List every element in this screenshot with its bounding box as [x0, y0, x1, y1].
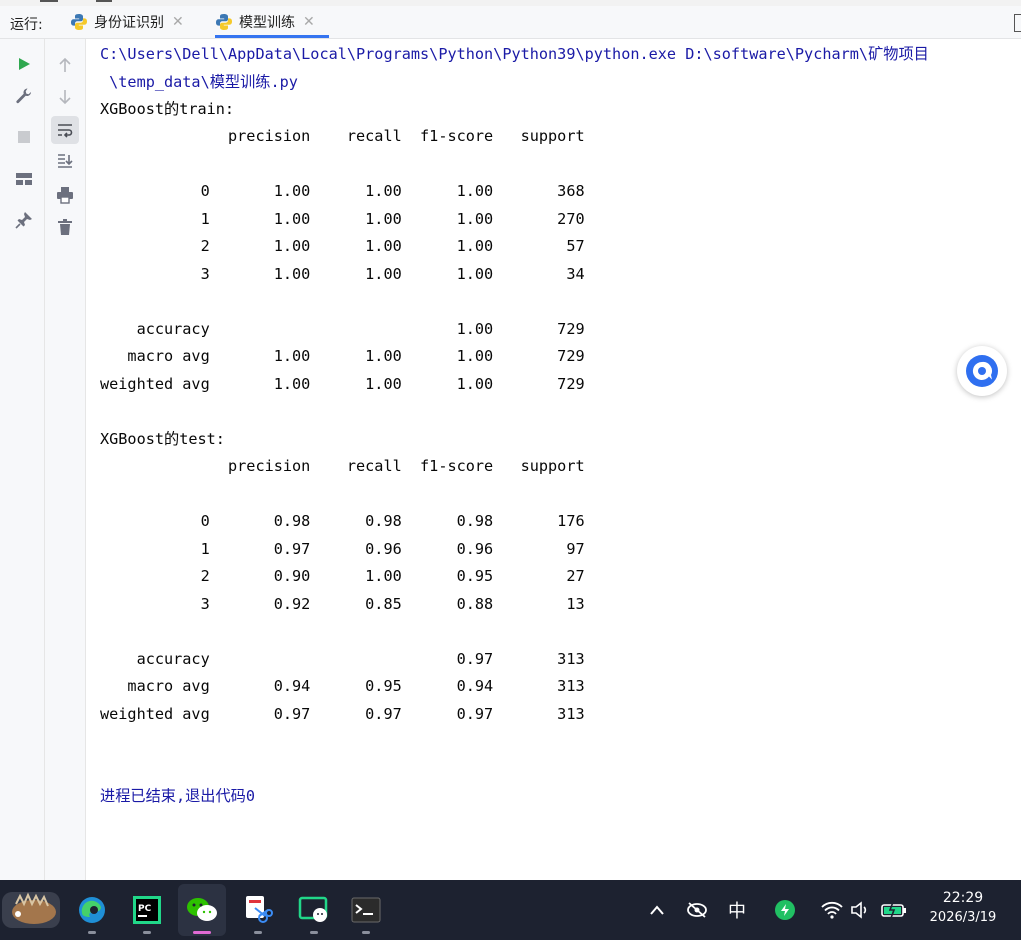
chat-app-icon[interactable]: [292, 880, 336, 940]
train-report-summary: weighted avg 1.00 1.00 1.00 729: [100, 375, 585, 393]
wifi-icon[interactable]: [818, 880, 846, 940]
battery-charging-icon[interactable]: [878, 880, 910, 940]
clock-time: 22:29: [942, 890, 984, 906]
train-report-row: 1 1.00 1.00 1.00 270: [100, 210, 585, 228]
panel-options-icon[interactable]: [1014, 14, 1021, 32]
arrow-up-icon[interactable]: [53, 53, 77, 77]
test-report-title: XGBoost的test:: [100, 430, 225, 448]
edge-browser-icon[interactable]: [70, 880, 114, 940]
print-icon[interactable]: [53, 183, 77, 207]
train-report-row: 2 1.00 1.00 1.00 57: [100, 237, 585, 255]
close-icon[interactable]: ✕: [303, 14, 315, 30]
stop-icon[interactable]: [12, 125, 36, 149]
assistant-float-button[interactable]: [957, 346, 1007, 396]
taskbar-clock[interactable]: 22:29 2026/3/19: [918, 888, 1008, 928]
layout-icon[interactable]: [12, 167, 36, 191]
wechat-icon[interactable]: [178, 884, 226, 936]
snipping-tool-icon[interactable]: [236, 880, 280, 940]
run-tab-bar: 运行: 身份证识别 ✕ 模型训练 ✕: [0, 6, 1021, 39]
weather-widget-icon: [2, 892, 60, 928]
volume-icon[interactable]: [848, 880, 872, 940]
tab-label: 模型训练: [239, 15, 295, 31]
tray-chevron-up-icon[interactable]: [644, 880, 670, 940]
test-report-summary: weighted avg 0.97 0.97 0.97 313: [100, 705, 585, 723]
hidden-eye-icon[interactable]: [682, 880, 712, 940]
soft-wrap-icon[interactable]: [51, 116, 79, 144]
tab-label: 身份证识别: [94, 15, 164, 31]
top-strip-mark: [96, 0, 112, 2]
test-report-row: 3 0.92 0.85 0.88 13: [100, 595, 585, 613]
command-line[interactable]: C:\Users\Dell\AppData\Local\Programs\Pyt…: [100, 44, 929, 64]
trash-icon[interactable]: [53, 215, 77, 239]
command-line-continued[interactable]: \temp_data\模型训练.py: [100, 72, 298, 92]
assistant-icon: [966, 355, 998, 387]
pycharm-icon[interactable]: PC: [125, 880, 169, 940]
terminal-icon[interactable]: [344, 880, 388, 940]
train-report-summary: accuracy 1.00 729: [100, 320, 585, 338]
train-report-header: precision recall f1-score support: [100, 127, 585, 145]
svg-text:PC: PC: [138, 904, 152, 914]
test-report-header: precision recall f1-score support: [100, 457, 585, 475]
tab-id-card-recognition[interactable]: 身份证识别 ✕: [70, 6, 198, 38]
train-report-title: XGBoost的train:: [100, 100, 235, 118]
widgets-button[interactable]: [0, 880, 62, 940]
train-report-summary: macro avg 1.00 1.00 1.00 729: [100, 347, 585, 365]
train-report-row: 3 1.00 1.00 1.00 34: [100, 265, 585, 283]
ime-indicator[interactable]: 中: [722, 880, 752, 940]
test-report-row: 1 0.97 0.96 0.96 97: [100, 540, 585, 558]
test-report-summary: accuracy 0.97 313: [100, 650, 585, 668]
vpn-tray-icon[interactable]: [770, 880, 800, 940]
rerun-icon[interactable]: [12, 52, 36, 76]
wrench-icon[interactable]: [12, 84, 36, 108]
test-report-row: 2 0.90 1.00 0.95 27: [100, 567, 585, 585]
taskbar: PC 中: [0, 880, 1021, 940]
run-actions-toolbar: [0, 39, 45, 880]
arrow-down-icon[interactable]: [53, 85, 77, 109]
console-actions-toolbar: [45, 39, 86, 880]
console-output[interactable]: C:\Users\Dell\AppData\Local\Programs\Pyt…: [86, 39, 1021, 880]
close-icon[interactable]: ✕: [172, 14, 184, 30]
tab-model-training[interactable]: 模型训练 ✕: [215, 6, 329, 38]
train-report-row: 0 1.00 1.00 1.00 368: [100, 182, 585, 200]
test-report-summary: macro avg 0.94 0.95 0.94 313: [100, 677, 585, 695]
scroll-to-end-icon[interactable]: [53, 149, 77, 173]
run-panel-label: 运行:: [10, 17, 43, 33]
pin-icon[interactable]: [12, 208, 36, 232]
python-file-icon: [71, 14, 87, 30]
clock-date: 2026/3/19: [929, 910, 997, 925]
process-exit-message: 进程已结束,退出代码0: [100, 787, 255, 805]
python-file-icon: [216, 14, 232, 30]
top-strip-mark: [40, 0, 58, 2]
test-report-row: 0 0.98 0.98 0.98 176: [100, 512, 585, 530]
